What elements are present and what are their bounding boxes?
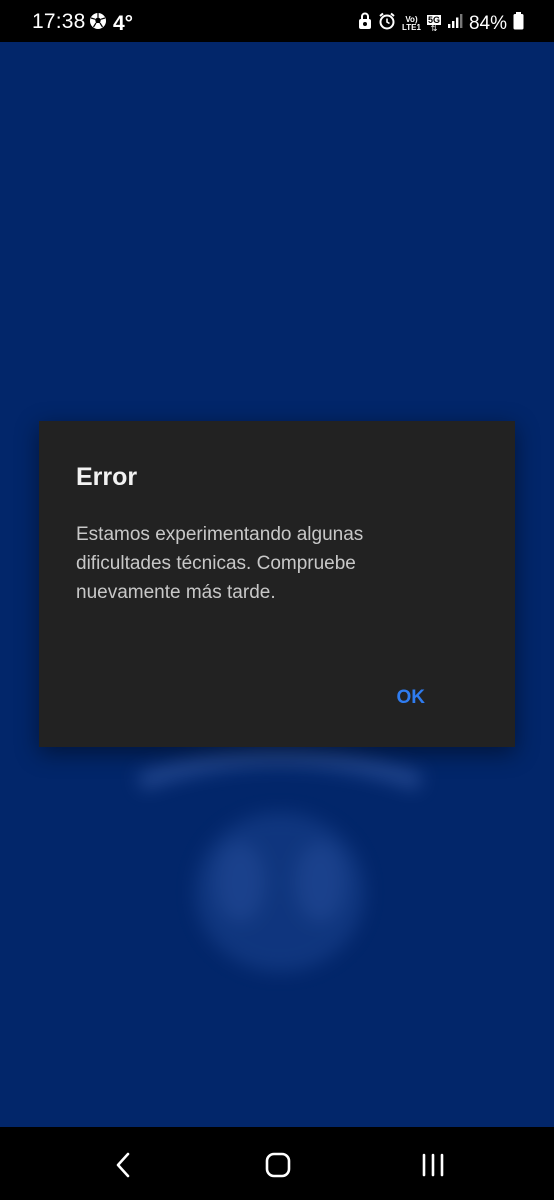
home-icon	[265, 1152, 291, 1178]
navigation-bar	[0, 1127, 554, 1200]
dialog-title: Error	[76, 463, 138, 491]
soccer-ball-icon	[89, 12, 107, 35]
status-time: 17:38	[32, 10, 86, 33]
home-button[interactable]	[258, 1145, 298, 1185]
network-type-indicator: 5G ⇅	[426, 14, 441, 33]
back-icon	[116, 1152, 130, 1178]
volte-indicator: Vo) LTE1	[401, 14, 421, 32]
recents-button[interactable]	[413, 1145, 453, 1185]
status-right-icons: Vo) LTE1 5G ⇅ 84%	[358, 12, 524, 35]
signal-icon	[447, 13, 463, 34]
recents-icon	[422, 1153, 444, 1177]
screen: 17:38 4° Vo) LTE1 5G ⇅ 84% Error Estamos…	[0, 0, 554, 1200]
temperature: 4°	[113, 11, 134, 35]
ok-button[interactable]: OK	[397, 687, 426, 709]
battery-icon	[513, 12, 524, 35]
status-bar: 17:38 4° Vo) LTE1 5G ⇅ 84%	[0, 0, 554, 42]
data-arrows-icon: ⇅	[430, 23, 438, 33]
back-button[interactable]	[104, 1145, 144, 1185]
status-left-icons: 4°	[89, 12, 133, 35]
lock-icon	[358, 12, 372, 35]
alarm-icon	[378, 12, 396, 35]
dialog-message: Estamos experimentando algunas dificulta…	[76, 524, 364, 603]
battery-percentage: 84%	[468, 12, 507, 34]
error-dialog: Error Estamos experimentando algunas dif…	[39, 421, 515, 747]
